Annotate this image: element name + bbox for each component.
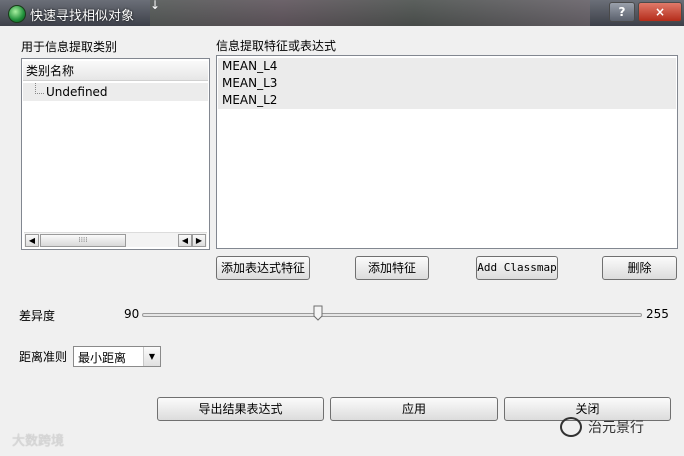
tree-branch-line bbox=[35, 83, 44, 94]
feature-section-label: 信息提取特征或表达式 bbox=[216, 39, 337, 53]
difference-slider-track[interactable] bbox=[142, 313, 642, 317]
add-classmap-button[interactable]: Add Classmap bbox=[476, 256, 558, 280]
export-expression-button[interactable]: 导出结果表达式 bbox=[157, 397, 324, 421]
scroll-left-end-icon[interactable]: ◀ bbox=[178, 234, 192, 247]
watermark-right: 治元景行 bbox=[560, 417, 644, 438]
add-feature-button[interactable]: 添加特征 bbox=[355, 256, 429, 280]
scroll-right-icon[interactable]: ▶ bbox=[192, 234, 206, 247]
wechat-icon bbox=[560, 417, 582, 437]
window-title: 快速寻找相似对象 bbox=[30, 9, 135, 24]
distance-select[interactable]: 最小距离 ▼ bbox=[73, 346, 161, 367]
class-section-label: 用于信息提取类别 bbox=[21, 40, 118, 54]
slider-max-label: 255 bbox=[646, 307, 669, 321]
tree-item-undefined[interactable]: Undefined bbox=[23, 83, 208, 101]
feature-list[interactable]: MEAN_L4 MEAN_L3 MEAN_L2 bbox=[216, 55, 678, 249]
chevron-down-icon[interactable]: ▼ bbox=[143, 347, 160, 366]
delete-button[interactable]: 删除 bbox=[602, 256, 677, 280]
scrollbar-thumb[interactable]: ⁞⁞⁞⁞ bbox=[40, 234, 126, 247]
mouse-cursor-icon: ↓ bbox=[150, 0, 161, 12]
difference-slider-handle[interactable] bbox=[313, 305, 323, 321]
watermark-left: 大数跨境 bbox=[12, 434, 65, 449]
list-item[interactable]: MEAN_L2 bbox=[218, 92, 676, 109]
help-button[interactable]: ? bbox=[609, 2, 635, 22]
tree-column-header[interactable]: 类别名称 bbox=[23, 61, 208, 81]
scroll-left-icon[interactable]: ◀ bbox=[25, 234, 39, 247]
apply-button[interactable]: 应用 bbox=[330, 397, 498, 421]
add-expression-button[interactable]: 添加表达式特征 bbox=[216, 256, 310, 280]
title-bar: 快速寻找相似对象 ↓ ? × bbox=[0, 0, 684, 26]
distance-label: 距离准则 bbox=[19, 350, 68, 364]
tree-item-label: Undefined bbox=[46, 85, 108, 99]
class-tree[interactable]: 类别名称 Undefined ◀ ⁞⁞⁞⁞ ◀ ▶ bbox=[21, 58, 210, 250]
window-close-button[interactable]: × bbox=[638, 2, 682, 22]
slider-min-label: 90 bbox=[124, 307, 140, 321]
list-item[interactable]: MEAN_L4 bbox=[218, 58, 676, 75]
app-globe-icon bbox=[8, 5, 26, 23]
watermark-right-text: 治元景行 bbox=[588, 420, 644, 436]
distance-selected-value: 最小距离 bbox=[78, 351, 127, 365]
horizontal-scrollbar[interactable]: ◀ ⁞⁞⁞⁞ ◀ ▶ bbox=[24, 232, 207, 247]
title-bar-background bbox=[150, 0, 590, 26]
difference-label: 差异度 bbox=[19, 309, 56, 323]
list-item[interactable]: MEAN_L3 bbox=[218, 75, 676, 92]
